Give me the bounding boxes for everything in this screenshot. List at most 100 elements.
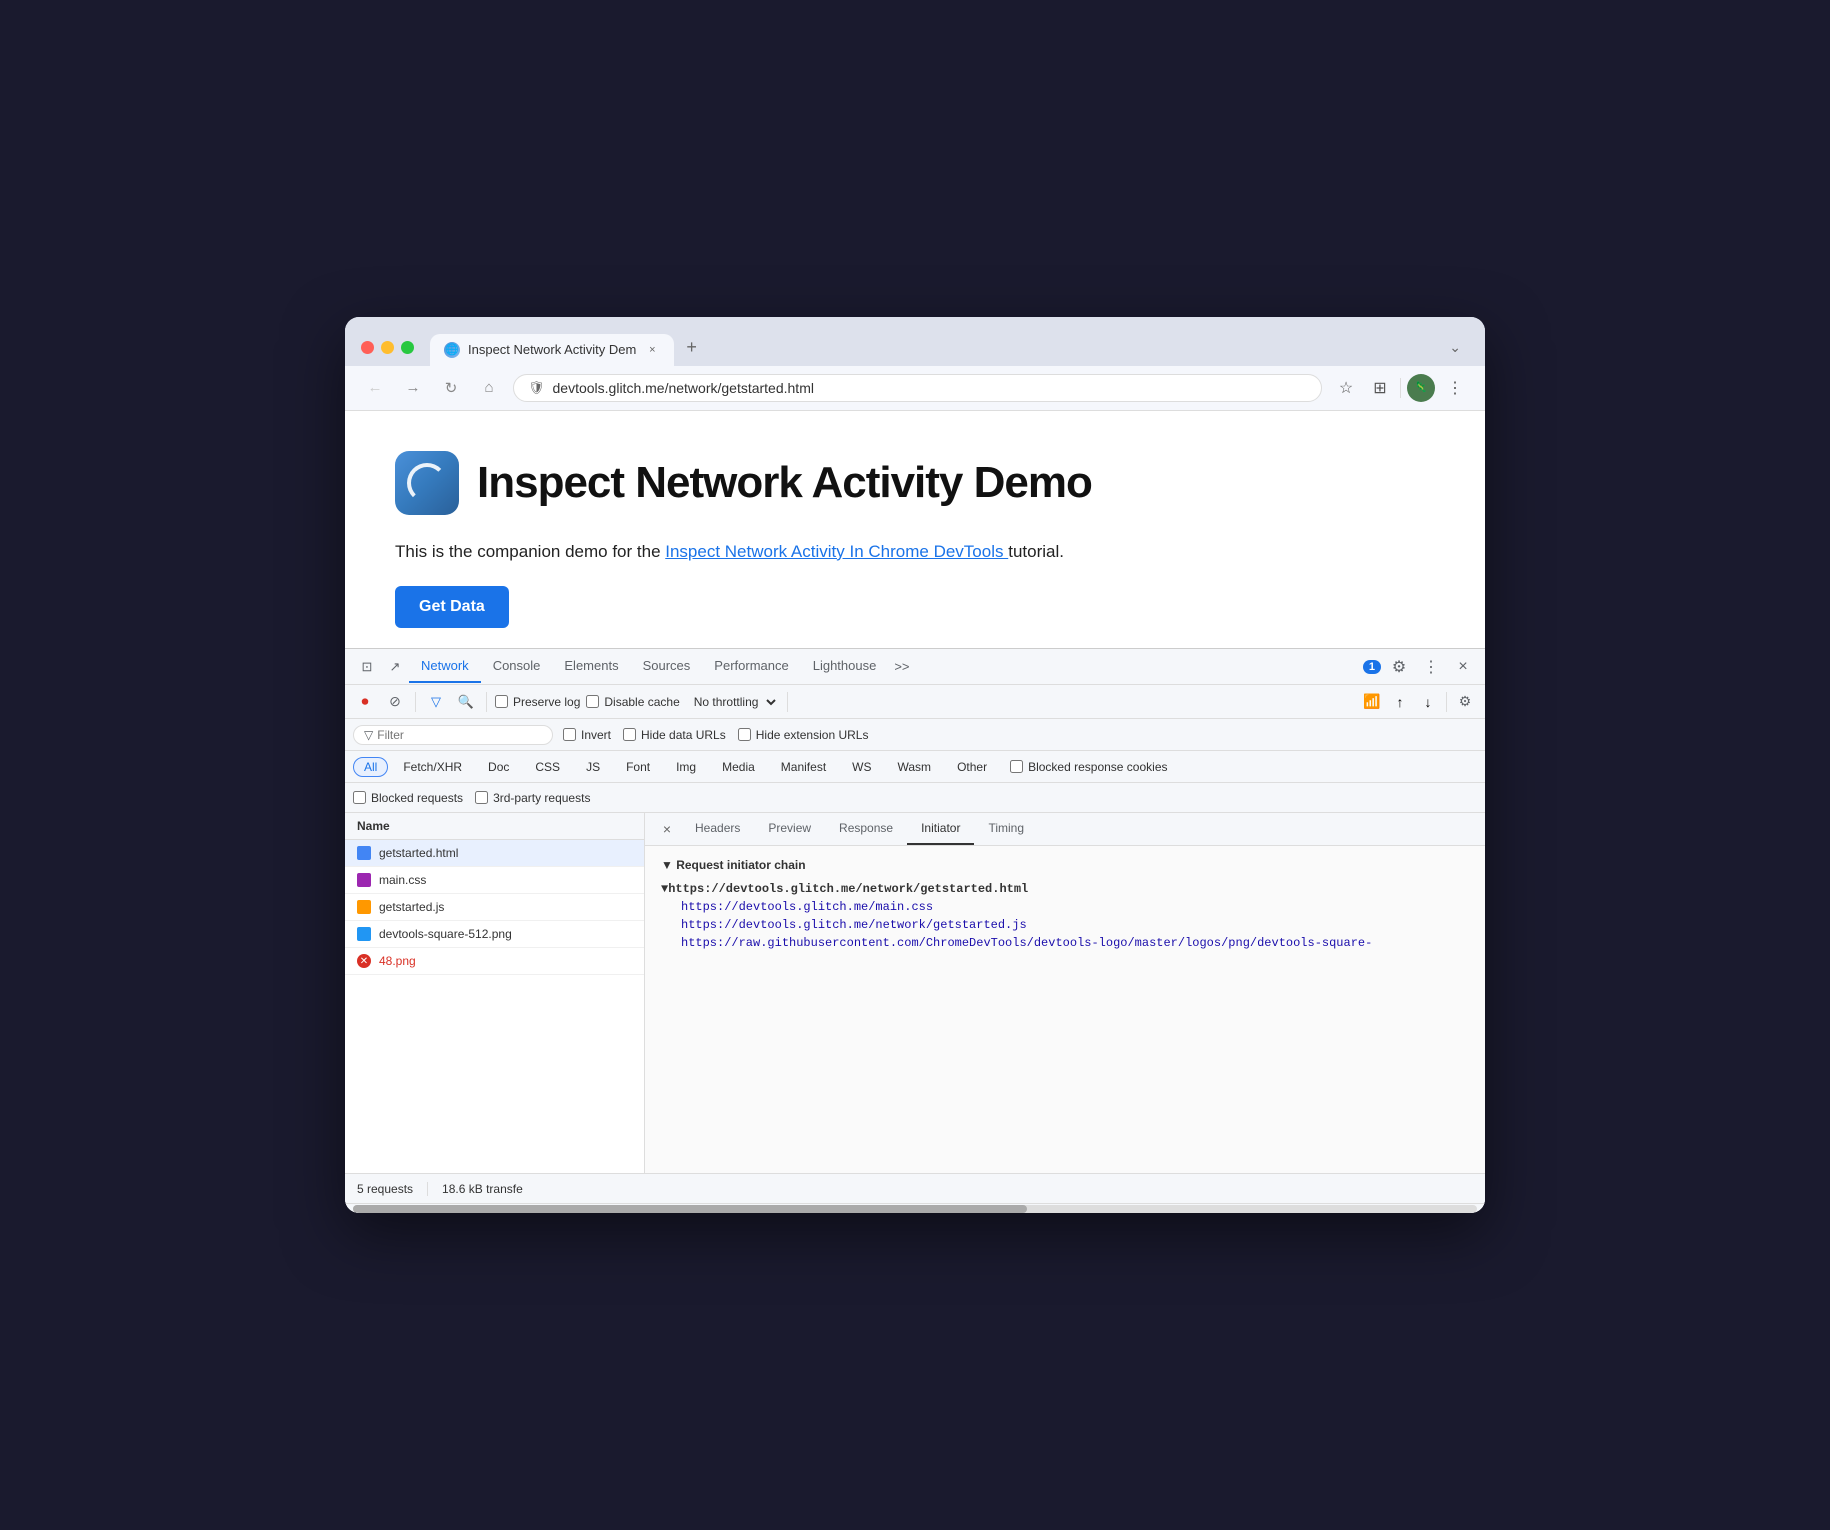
- record-button[interactable]: ⏺: [353, 690, 377, 714]
- chain-child-css[interactable]: https://devtools.glitch.me/main.css: [681, 898, 1469, 916]
- sub-tab-initiator[interactable]: Initiator: [907, 813, 974, 845]
- devtools-tutorial-link[interactable]: Inspect Network Activity In Chrome DevTo…: [665, 542, 1008, 561]
- tab-title: Inspect Network Activity Dem: [468, 342, 636, 357]
- tab-favicon: 🌐: [444, 342, 460, 358]
- sub-tab-preview[interactable]: Preview: [754, 813, 825, 845]
- type-filter-all[interactable]: All: [353, 757, 388, 777]
- img-file-icon: [357, 927, 371, 941]
- minimize-traffic-light[interactable]: [381, 341, 394, 354]
- toolbar-separator-3: [787, 692, 788, 712]
- hide-data-urls-input[interactable]: [623, 728, 636, 741]
- network-settings-button[interactable]: ⚙: [1453, 690, 1477, 714]
- throttle-select[interactable]: No throttling: [686, 692, 779, 712]
- file-item-getstarted-html[interactable]: getstarted.html: [345, 840, 644, 867]
- type-filter-css[interactable]: CSS: [524, 757, 571, 777]
- new-tab-button[interactable]: +: [678, 329, 705, 366]
- filter-input-wrapper[interactable]: ▽: [353, 725, 553, 745]
- wifi-icon[interactable]: 📶: [1360, 690, 1384, 714]
- hide-ext-urls-checkbox[interactable]: Hide extension URLs: [738, 728, 869, 742]
- devtools-settings-button[interactable]: ⚙: [1385, 653, 1413, 681]
- tab-sources[interactable]: Sources: [631, 650, 703, 683]
- blocked-cookies-checkbox[interactable]: Blocked response cookies: [1010, 760, 1167, 774]
- type-filter-ws[interactable]: WS: [841, 757, 882, 777]
- maximize-traffic-light[interactable]: [401, 341, 414, 354]
- tab-lighthouse[interactable]: Lighthouse: [801, 650, 889, 683]
- hide-data-urls-checkbox[interactable]: Hide data URLs: [623, 728, 726, 742]
- third-party-input[interactable]: [475, 791, 488, 804]
- file-item-getstarted-js[interactable]: getstarted.js: [345, 894, 644, 921]
- file-item-devtools-png[interactable]: devtools-square-512.png: [345, 921, 644, 948]
- preserve-log-input[interactable]: [495, 695, 508, 708]
- type-filter-js[interactable]: JS: [575, 757, 611, 777]
- subtitle-before: This is the companion demo for the: [395, 542, 665, 561]
- download-icon[interactable]: ↓: [1416, 690, 1440, 714]
- scrollbar-thumb[interactable]: [353, 1205, 1027, 1213]
- extensions-button[interactable]: ⊞: [1366, 374, 1394, 402]
- devtools-more-button[interactable]: ⋮: [1417, 653, 1445, 681]
- type-filter-other[interactable]: Other: [946, 757, 998, 777]
- profile-avatar[interactable]: 🦎: [1407, 374, 1435, 402]
- third-party-checkbox[interactable]: 3rd-party requests: [475, 791, 590, 805]
- requests-count: 5 requests: [357, 1182, 428, 1196]
- chain-child-js[interactable]: https://devtools.glitch.me/network/getst…: [681, 916, 1469, 934]
- chain-main-url[interactable]: ▼https://devtools.glitch.me/network/gets…: [661, 880, 1469, 898]
- nav-actions: ☆ ⊞ 🦎 ⋮: [1332, 374, 1469, 402]
- tab-performance[interactable]: Performance: [702, 650, 800, 683]
- sub-tab-timing[interactable]: Timing: [974, 813, 1038, 845]
- back-button[interactable]: ←: [361, 374, 389, 402]
- get-data-button[interactable]: Get Data: [395, 586, 509, 628]
- devtools-close-button[interactable]: ×: [1449, 653, 1477, 681]
- scrollbar-track[interactable]: [353, 1205, 1477, 1213]
- upload-icon[interactable]: ↑: [1388, 690, 1412, 714]
- clear-log-button[interactable]: ⊘: [383, 690, 407, 714]
- filter-button[interactable]: ▽: [424, 690, 448, 714]
- home-button[interactable]: ⌂: [475, 374, 503, 402]
- filter-bar: ▽ Invert Hide data URLs Hide extension U…: [345, 719, 1485, 751]
- invert-input[interactable]: [563, 728, 576, 741]
- sub-tabs: × Headers Preview Response Initiator Tim…: [645, 813, 1485, 846]
- close-traffic-light[interactable]: [361, 341, 374, 354]
- blocked-requests-input[interactable]: [353, 791, 366, 804]
- url-text[interactable]: devtools.glitch.me/network/getstarted.ht…: [553, 380, 1307, 396]
- devtools-dock-icon[interactable]: ⊡: [353, 653, 381, 681]
- nav-divider: [1400, 378, 1401, 398]
- type-filter-fetch-xhr[interactable]: Fetch/XHR: [392, 757, 473, 777]
- page-subtitle: This is the companion demo for the Inspe…: [395, 539, 1435, 565]
- file-item-main-css[interactable]: main.css: [345, 867, 644, 894]
- sub-tab-headers[interactable]: Headers: [681, 813, 754, 845]
- preserve-log-checkbox[interactable]: Preserve log: [495, 695, 580, 709]
- hide-ext-urls-input[interactable]: [738, 728, 751, 741]
- type-filter-img[interactable]: Img: [665, 757, 707, 777]
- address-bar[interactable]: 🛡 devtools.glitch.me/network/getstarted.…: [513, 374, 1322, 402]
- search-button[interactable]: 🔍: [454, 690, 478, 714]
- tab-bar-chevron[interactable]: ⌄: [1441, 335, 1469, 360]
- type-filter-wasm[interactable]: Wasm: [887, 757, 943, 777]
- type-filter-media[interactable]: Media: [711, 757, 766, 777]
- more-tabs-button[interactable]: >>: [888, 651, 915, 682]
- chain-child-img[interactable]: https://raw.githubusercontent.com/Chrome…: [681, 934, 1469, 952]
- invert-checkbox[interactable]: Invert: [563, 728, 611, 742]
- devtools-select-icon[interactable]: ↗: [381, 653, 409, 681]
- disable-cache-input[interactable]: [586, 695, 599, 708]
- type-filter-font[interactable]: Font: [615, 757, 661, 777]
- tab-network[interactable]: Network: [409, 650, 481, 683]
- file-item-48-png[interactable]: ✕ 48.png: [345, 948, 644, 975]
- bookmark-button[interactable]: ☆: [1332, 374, 1360, 402]
- sub-tab-response[interactable]: Response: [825, 813, 907, 845]
- forward-button[interactable]: →: [399, 374, 427, 402]
- disable-cache-checkbox[interactable]: Disable cache: [586, 695, 679, 709]
- type-filter-doc[interactable]: Doc: [477, 757, 520, 777]
- tab-close-button[interactable]: ×: [644, 342, 660, 358]
- active-tab[interactable]: 🌐 Inspect Network Activity Dem ×: [430, 334, 674, 366]
- chrome-menu-button[interactable]: ⋮: [1441, 374, 1469, 402]
- filter-input[interactable]: [377, 728, 542, 742]
- sub-panel-close-button[interactable]: ×: [653, 815, 681, 843]
- devtools-toolbar: ⊡ ↗ Network Console Elements Sources Per…: [345, 649, 1485, 685]
- tab-elements[interactable]: Elements: [552, 650, 630, 683]
- type-filter-manifest[interactable]: Manifest: [770, 757, 837, 777]
- blocked-requests-checkbox[interactable]: Blocked requests: [353, 791, 463, 805]
- chain-indent: https://devtools.glitch.me/main.css http…: [681, 898, 1469, 952]
- tab-console[interactable]: Console: [481, 650, 553, 683]
- reload-button[interactable]: ↻: [437, 374, 465, 402]
- blocked-cookies-input[interactable]: [1010, 760, 1023, 773]
